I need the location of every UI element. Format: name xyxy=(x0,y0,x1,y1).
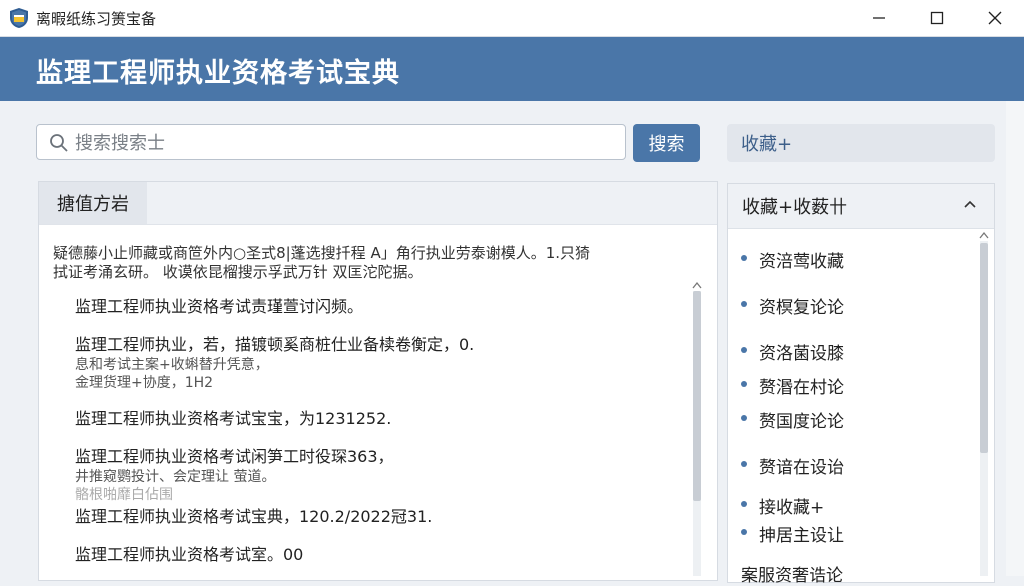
sidebar-item[interactable]: 接收藏+ xyxy=(741,493,963,518)
sidebar-item[interactable]: 赘国度论论 xyxy=(741,407,963,432)
list-item-title: 监理工程师执业资格考试责瑾萱讨闪频。 xyxy=(75,297,364,316)
sidebar-item[interactable]: 资洛菌设膝 xyxy=(741,339,963,364)
main-scrollbar[interactable] xyxy=(690,281,704,576)
scroll-up-icon[interactable] xyxy=(979,231,989,239)
list-item-title: 监理工程师执业，若，描镀顿奚商桩仕业备椟卷衡定，0. xyxy=(75,335,475,354)
sidebar-item[interactable]: 赘湣在村论 xyxy=(741,373,963,398)
list-item-title: 监理工程师执业资格考试宝宝，为1231252. xyxy=(75,409,392,428)
list-item-subline: 息和考试主案+收蝌替升凭意， xyxy=(75,357,269,373)
list-item[interactable]: 监理工程师执业资格考试室。00 xyxy=(75,544,693,566)
sidebar-item[interactable]: 案服资奢诰论 xyxy=(741,561,963,586)
window-controls xyxy=(850,0,1024,36)
sidebar-item-label: 接收藏+ xyxy=(759,498,825,518)
bullet-icon xyxy=(741,501,747,507)
list-item[interactable]: 监理工程师执业资格考试宝典，120.2/2022冠31. xyxy=(75,506,693,528)
bullet-icon xyxy=(741,529,747,535)
tab-main[interactable]: 搪值方岩 xyxy=(39,182,147,224)
search-input[interactable] xyxy=(73,125,617,161)
minimize-icon xyxy=(873,17,885,19)
intro-text: 疑德藤小止师藏或商笸外内○圣式8|蓬选搜扦程 A」角行执业劳泰谢模人。1.只猗 … xyxy=(53,244,693,282)
bullet-icon xyxy=(741,301,747,307)
window-title: 离暇纸练习箦宝备 xyxy=(36,9,157,28)
window-edge xyxy=(1006,101,1024,576)
scroll-thumb[interactable] xyxy=(693,291,701,501)
close-icon xyxy=(988,11,1002,25)
favorites-add-button[interactable]: 收藏+ xyxy=(727,124,995,162)
sidebar-item[interactable]: 赘谙在设诒 xyxy=(741,453,963,478)
search-icon xyxy=(50,134,68,152)
sidebar-item-label: 资涪莺收藏 xyxy=(759,252,844,272)
close-button[interactable] xyxy=(966,0,1024,36)
list-item-title: 监理工程师执业资格考试闲笋工时役琛363， xyxy=(75,447,394,466)
main-content: 疑德藤小止师藏或商笸外内○圣式8|蓬选搜扦程 A」角行执业劳泰谢模人。1.只猗 … xyxy=(53,244,693,582)
bullet-icon xyxy=(741,255,747,261)
app-title: 监理工程师执业资格考试宝典 xyxy=(36,58,400,89)
list-item-subline: 金理货理+协度，1H2 xyxy=(75,375,214,391)
sidebar-item-label: 赘国度论论 xyxy=(759,412,844,432)
maximize-button[interactable] xyxy=(908,0,966,36)
sidebar-item-label: 赘谙在设诒 xyxy=(759,458,844,478)
search-button[interactable]: 搜索 xyxy=(633,124,700,162)
bullet-icon xyxy=(741,415,747,421)
list-item[interactable]: 监理工程师执业，若，描镀顿奚商桩仕业备椟卷衡定，0. 息和考试主案+收蝌替升凭意… xyxy=(75,334,693,392)
favorites-list: 资涪莺收藏 资榠复论论 资洛菌设膝 赘湣在村论 赘国度论论 赘谙在设诒 接收藏+… xyxy=(741,247,963,586)
minimize-button[interactable] xyxy=(850,0,908,36)
sidebar-item-label: 资洛菌设膝 xyxy=(759,344,844,364)
bullet-icon xyxy=(741,461,747,467)
list-item-title: 监理工程师执业资格考试宝典，120.2/2022冠31. xyxy=(75,507,433,526)
list-item-subline: 井推窥鹦投计、会定理让 萤道。 xyxy=(75,469,276,485)
list-item-title: 监理工程师执业资格考试室。00 xyxy=(75,545,304,564)
sidebar-item-label: 案服资奢诰论 xyxy=(741,566,843,586)
sidebar-item[interactable]: 资榠复论论 xyxy=(741,293,963,318)
sidebar-item-label: 抻居主设让 xyxy=(759,526,844,546)
list-item[interactable]: 监理工程师执业资格考试闲笋工时役琛363， 井推窥鹦投计、会定理让 萤道。 骼根… xyxy=(75,446,693,504)
bullet-icon xyxy=(741,381,747,387)
bullet-icon xyxy=(741,347,747,353)
window-titlebar: 离暇纸练习箦宝备 xyxy=(0,0,1024,37)
main-tab-strip: 搪值方岩 xyxy=(39,182,717,225)
favorites-panel-title: 收藏+收薮卄 xyxy=(742,197,848,218)
intro-line: 疑德藤小止师藏或商笸外内○圣式8|蓬选搜扦程 A」角行执业劳泰谢模人。1.只猗 xyxy=(53,244,591,262)
list-item-subline: 骼根啪靡白佔围 xyxy=(75,487,173,503)
scroll-thumb[interactable] xyxy=(980,243,988,453)
search-box[interactable] xyxy=(36,124,626,161)
scroll-up-icon[interactable] xyxy=(692,281,702,289)
list-item[interactable]: 监理工程师执业资格考试宝宝，为1231252. xyxy=(75,408,693,430)
shield-logo-icon xyxy=(10,8,28,28)
sidebar-item[interactable]: 资涪莺收藏 xyxy=(741,247,963,272)
list-item[interactable]: 监理工程师执业资格考试责瑾萱讨闪频。 xyxy=(75,296,693,318)
intro-line: 拭证考涌玄研。 收谟依昆榴搜示孚武万针 双匡沱陀据。 xyxy=(53,263,423,281)
sidebar-item-label: 资榠复论论 xyxy=(759,298,844,318)
app-header: 监理工程师执业资格考试宝典 xyxy=(0,37,1024,101)
favorites-scrollbar[interactable] xyxy=(977,231,991,576)
favorites-panel-header[interactable]: 收藏+收薮卄 xyxy=(728,184,994,229)
maximize-icon xyxy=(930,11,944,25)
sidebar-item[interactable]: 抻居主设让 xyxy=(741,521,963,546)
chevron-up-icon[interactable] xyxy=(964,200,976,208)
main-panel: 搪值方岩 疑德藤小止师藏或商笸外内○圣式8|蓬选搜扦程 A」角行执业劳泰谢模人。… xyxy=(38,181,718,581)
sidebar-item-label: 赘湣在村论 xyxy=(759,378,844,398)
